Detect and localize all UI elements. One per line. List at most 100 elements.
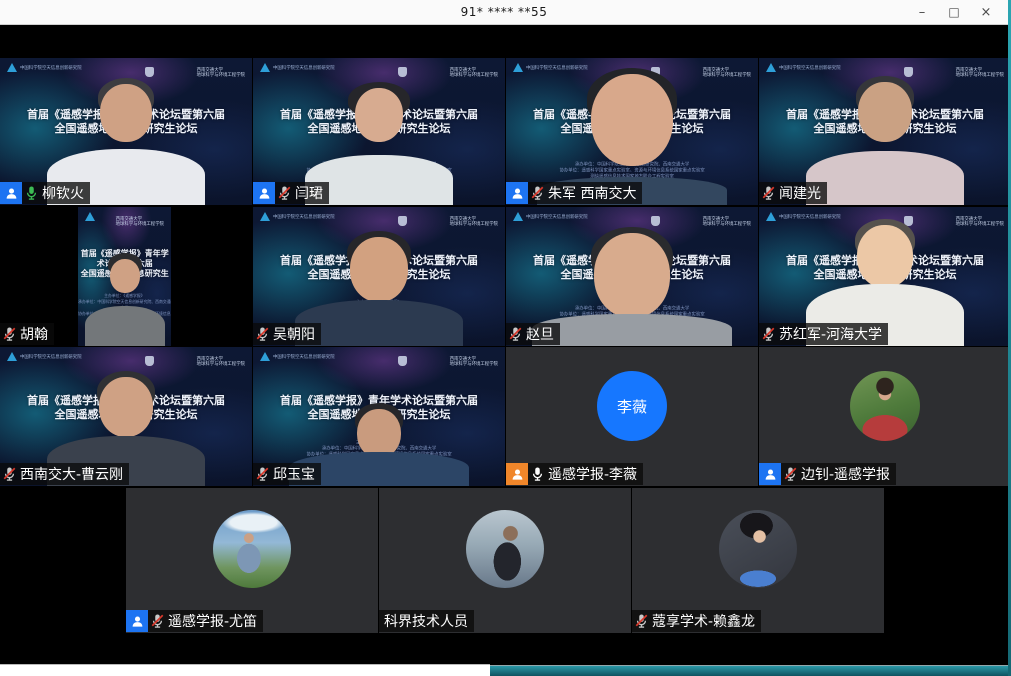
slide-title: 首届《遥感学报》青年学术论坛暨第六届 全国遥感地理信息研究生论坛 xyxy=(506,108,758,136)
org-logo-left: 中国科学院空天信息创新研究院 xyxy=(260,352,385,361)
participant-tile[interactable]: 中国科学院空天信息创新研究院 西南交通大学地球科学与环境工程学院 首届《遥感学报… xyxy=(759,207,1011,346)
slide-title-line2: 全国遥感地理信息研究生论坛 xyxy=(561,268,704,281)
slide-title-line1: 首届《遥感学报》青年学术论坛暨第六届 xyxy=(533,108,731,121)
minimize-button[interactable]: – xyxy=(908,1,936,23)
window-title: 91* **** **55 xyxy=(461,5,548,19)
participant-tile[interactable]: 中国科学院空天信息创新研究院 西南交通大学地球科学与环境工程学院 首届《遥感学报… xyxy=(253,207,505,346)
slide-title: 首届《遥感学报》青年学术论坛暨第六届 全国遥感地理信息研究生论坛 xyxy=(253,394,505,422)
slide-title-line2: 全国遥感地理信息研究生论坛 xyxy=(81,269,169,288)
org-right-text: 西南交通大学地球科学与环境工程学院 xyxy=(956,216,1004,226)
slide-details: 主办单位：《遥感学报》承办单位：中国科学院空天信息创新研究院、西南交通大学协办单… xyxy=(1,155,252,185)
slide-detail-line: 协办单位：遥感科学国家重点实验室、资源与环境信息系统国家重点实验室 xyxy=(559,311,704,316)
slide-title-line1: 首届《遥感学报》青年学术论坛暨第六届 xyxy=(280,254,478,267)
cas-logo-icon xyxy=(513,212,523,221)
mic-active-icon xyxy=(22,182,40,204)
name-label: 柳钦火 xyxy=(0,182,90,204)
slide-detail-line: 主办单位：《遥感学报》 xyxy=(356,299,402,304)
person-badge-icon xyxy=(506,182,528,204)
org-logo-left: 中国科学院空天信息创新研究院 xyxy=(513,63,638,72)
avatar-circle: 李薇 xyxy=(597,371,667,441)
slide-detail-line: 承办单位：中国科学院空天信息创新研究院、西南交通大学 xyxy=(828,305,942,310)
titlebar[interactable]: 91* **** **55 – □ × xyxy=(0,0,1008,25)
slide-detail-line: 南京大学、中山大学 xyxy=(107,330,142,334)
mic-muted-icon xyxy=(632,610,650,632)
slide-details: 主办单位：《遥感学报》承办单位：中国科学院空天信息创新研究院、西南交通大学协办单… xyxy=(760,155,1011,185)
participant-name: 边钊-遥感学报 xyxy=(799,463,896,485)
slide-detail-line: 协办单位：遥感科学国家重点实验室、资源与环境信息系统国家重点实验室 xyxy=(559,168,704,173)
participant-tile[interactable]: 中国科学院空天信息创新研究院 西南交通大学地球科学与环境工程学院 首届《遥感学报… xyxy=(0,347,252,486)
slide-details: 主办单位：《遥感学报》承办单位：中国科学院空天信息创新研究院、西南交通大学协办单… xyxy=(254,155,505,185)
slide-title: 首届《遥感学报》青年学术论坛暨第六届 全国遥感地理信息研究生论坛 xyxy=(0,394,252,422)
org-right-subname: 地球科学与环境工程学院 xyxy=(956,72,1004,77)
maximize-button[interactable]: □ xyxy=(940,1,968,23)
slide-detail-line: 协办单位：遥感科学国家重点实验室、资源与环境信息系统国家重点实验室 xyxy=(53,168,198,173)
participant-tile[interactable]: 中国科学院空天信息创新研究院 西南交通大学地球科学与环境工程学院 首届《遥感学报… xyxy=(506,207,758,346)
slide-title-line1: 首届《遥感学报》青年学术论坛暨第六届 xyxy=(81,249,169,268)
participant-name: 苏红军-河海大学 xyxy=(777,323,888,345)
slide-title: 首届《遥感学报》青年学术论坛暨第六届 全国遥感地理信息研究生论坛 xyxy=(253,108,505,136)
participant-name: 科界技术人员 xyxy=(379,610,474,632)
org-logo-right: 西南交通大学地球科学与环境工程学院 xyxy=(651,212,751,230)
participant-tile[interactable]: 中国科学院空天信息创新研究院 西南交通大学地球科学与环境工程学院 首届《遥感学报… xyxy=(759,58,1011,205)
participant-tile[interactable]: 中国科学院空天信息创新研究院 西南交通大学地球科学与环境工程学院 首届《遥感学报… xyxy=(506,58,758,205)
slide-title-line1: 首届《遥感学报》青年学术论坛暨第六届 xyxy=(27,108,225,121)
participant-tile[interactable]: 边钊-遥感学报 xyxy=(759,347,1011,486)
org-right-text: 西南交通大学地球科学与环境工程学院 xyxy=(450,216,498,226)
participant-name: 蔻享学术-赖鑫龙 xyxy=(650,610,761,632)
mic-muted-icon xyxy=(275,182,293,204)
slide-detail-line: 协办单位：遥感科学国家重点实验室、资源与环境信息系统国家重点实验室 xyxy=(79,312,171,322)
participant-tile[interactable]: 中国科学院空天信息创新研究院 西南交通大学地球科学与环境工程学院 首届《遥感学报… xyxy=(253,58,505,205)
participant-tile[interactable]: 科界技术人员 xyxy=(379,488,631,633)
slide-detail-line: 协办单位：遥感科学国家重点实验室、资源与环境信息系统国家重点实验室 xyxy=(306,451,451,456)
participant-tile[interactable]: 中国科学院空天信息创新研究院 西南交通大学地球科学与环境工程学院 首届《遥感学报… xyxy=(253,347,505,486)
org-left-text: 中国科学院空天信息创新研究院 xyxy=(20,65,82,70)
org-right-subname: 地球科学与环境工程学院 xyxy=(956,221,1004,226)
cas-logo-icon xyxy=(260,63,270,72)
name-label: 遥感学报-李薇 xyxy=(506,463,643,485)
swjtu-logo-icon xyxy=(145,67,154,77)
slide-detail-line: 协办单位：遥感科学国家重点实验室、资源与环境信息系统国家重点实验室 xyxy=(53,451,198,456)
participant-tile[interactable]: 蔻享学术-赖鑫龙 xyxy=(632,488,884,633)
org-logo-right: 西南交通大学地球科学与环境工程学院 xyxy=(78,212,164,230)
avatar-photo xyxy=(466,510,544,588)
close-button[interactable]: × xyxy=(972,1,1000,23)
org-right-text: 西南交通大学地球科学与环境工程学院 xyxy=(703,67,751,77)
slide-title: 首届《遥感学报》青年学术论坛暨第六届 全国遥感地理信息研究生论坛 xyxy=(78,249,171,289)
slide-detail-line: 测绘遥感信息技术国家地方联合工程实验室 xyxy=(843,174,927,179)
mic-muted-icon xyxy=(0,463,18,485)
participant-tile[interactable]: 李薇 遥感学报-李薇 xyxy=(506,347,758,486)
cas-logo-icon xyxy=(766,63,776,72)
org-left-text: 中国科学院空天信息创新研究院 xyxy=(20,354,82,359)
mic-muted-icon xyxy=(0,323,18,345)
slide-detail-line: 承办单位：中国科学院空天信息创新研究院、西南交通大学 xyxy=(322,445,436,450)
participant-name: 闫珺 xyxy=(293,182,329,204)
swjtu-logo-icon xyxy=(145,356,154,366)
org-logo-left: 中国科学院空天信息创新研究院 xyxy=(7,352,132,361)
avatar-photo xyxy=(213,510,291,588)
org-right-text: 西南交通大学地球科学与环境工程学院 xyxy=(116,216,164,226)
slide-detail-line: 南京大学、中山大学 xyxy=(865,180,905,185)
name-label: 边钊-遥感学报 xyxy=(759,463,896,485)
avatar-initials: 李薇 xyxy=(617,396,647,417)
slide-detail-line: 测绘遥感信息技术国家地方联合工程实验室 xyxy=(337,457,421,462)
name-label: 胡翰 xyxy=(0,323,54,345)
slide-title-line2: 全国遥感地理信息研究生论坛 xyxy=(308,408,451,421)
slide-detail-line: 测绘遥感信息技术国家地方联合工程实验室 xyxy=(84,457,168,462)
slide-detail-line: 主办单位：《遥感学报》 xyxy=(609,156,655,161)
participant-tile[interactable]: 遥感学报-尤笛 xyxy=(126,488,378,633)
org-left-text: 中国科学院空天信息创新研究院 xyxy=(273,354,335,359)
mic-muted-icon xyxy=(148,610,166,632)
slide-title-line1: 首届《遥感学报》青年学术论坛暨第六届 xyxy=(27,394,225,407)
slide-detail-line: 主办单位：《遥感学报》 xyxy=(105,294,145,298)
org-logo-right: 西南交通大学地球科学与环境工程学院 xyxy=(398,352,498,370)
participant-tile[interactable]: 中国科学院空天信息创新研究院 西南交通大学地球科学与环境工程学院 首届《遥感学报… xyxy=(0,207,252,346)
slide-title-line1: 首届《遥感学报》青年学术论坛暨第六届 xyxy=(280,108,478,121)
slide-title-line1: 首届《遥感学报》青年学术论坛暨第六届 xyxy=(280,394,478,407)
participant-tile[interactable]: 中国科学院空天信息创新研究院 西南交通大学地球科学与环境工程学院 首届《遥感学报… xyxy=(0,58,252,205)
person-badge-icon xyxy=(126,610,148,632)
name-label: 蔻享学术-赖鑫龙 xyxy=(632,610,761,632)
participant-name: 西南交大-曹云刚 xyxy=(18,463,129,485)
avatar-photo xyxy=(850,371,920,441)
org-left-text: 中国科学院空天信息创新研究院 xyxy=(526,65,588,70)
org-right-subname: 地球科学与环境工程学院 xyxy=(703,221,751,226)
